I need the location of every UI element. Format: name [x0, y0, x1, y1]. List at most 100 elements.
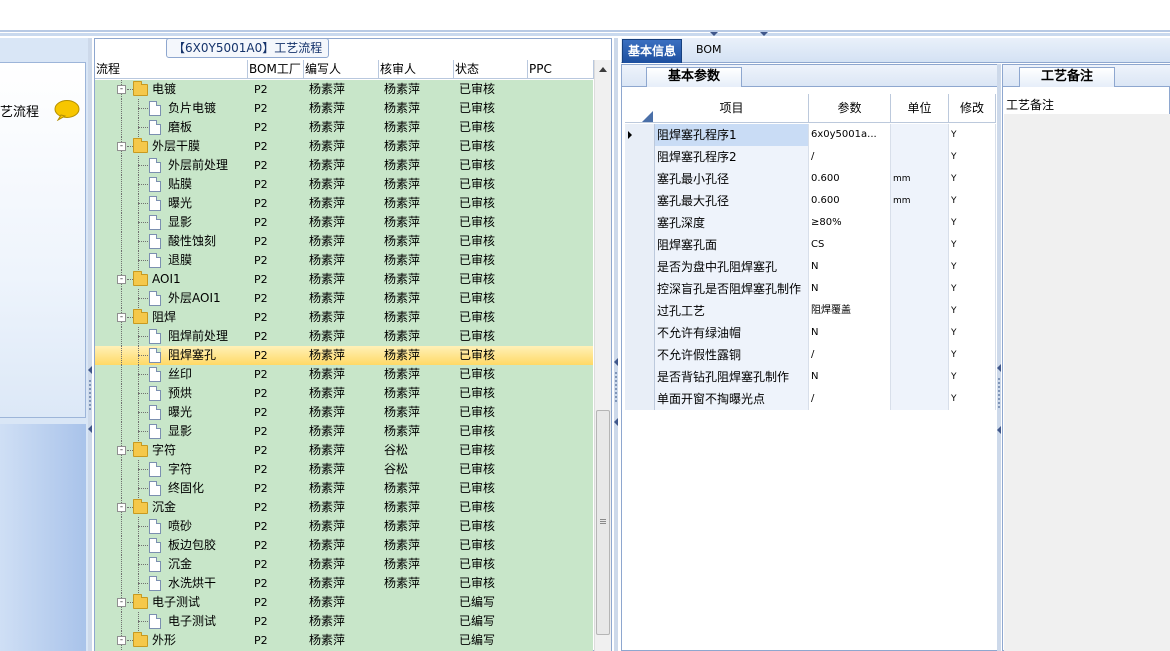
remarks-content[interactable] — [1004, 114, 1170, 651]
tab-bom[interactable]: BOM — [691, 39, 727, 63]
grid-cell-param[interactable]: 阻焊覆盖 — [809, 300, 891, 322]
scroll-up-icon[interactable] — [599, 67, 607, 72]
grid-cell-unit[interactable] — [891, 300, 949, 322]
grid-cell-mod[interactable]: Y — [949, 234, 996, 256]
grid-cell-unit[interactable]: mm — [891, 190, 949, 212]
grid-cell-mod[interactable]: Y — [949, 366, 996, 388]
tree-column-header[interactable]: 流程 — [95, 60, 248, 79]
grid-cell-mod[interactable]: Y — [949, 124, 996, 146]
row-header[interactable] — [625, 146, 655, 168]
row-header[interactable] — [625, 278, 655, 300]
grid-row[interactable]: 控深盲孔是否阻焊塞孔制作 N Y — [625, 278, 996, 300]
tree-row[interactable]: 外层前处理 P2 杨素萍 杨素萍 已审核 — [95, 156, 593, 175]
row-header[interactable] — [625, 344, 655, 366]
tree-row[interactable]: - 阻焊 P2 杨素萍 杨素萍 已审核 — [95, 308, 593, 327]
tree-row[interactable]: 阻焊塞孔 P2 杨素萍 杨素萍 已审核 — [95, 346, 593, 365]
collapse-toggle-icon[interactable]: - — [117, 503, 126, 512]
grid-cell-unit[interactable] — [891, 322, 949, 344]
grid-cell-mod[interactable]: Y — [949, 300, 996, 322]
tree-row[interactable]: 丝印 P2 杨素萍 杨素萍 已审核 — [95, 365, 593, 384]
row-header[interactable] — [625, 124, 655, 146]
grid-cell-param[interactable]: / — [809, 344, 891, 366]
grid-cell-param[interactable]: ≥80% — [809, 212, 891, 234]
grid-cell-mod[interactable]: Y — [949, 146, 996, 168]
grid-cell-param[interactable]: / — [809, 388, 891, 410]
row-header[interactable] — [625, 234, 655, 256]
grid-row[interactable]: 塞孔最大孔径 0.600 mm Y — [625, 190, 996, 212]
tree-row[interactable]: - 外层干膜 P2 杨素萍 杨素萍 已审核 — [95, 137, 593, 156]
row-header[interactable] — [625, 190, 655, 212]
grid-cell-param[interactable]: N — [809, 322, 891, 344]
grid-cell-mod[interactable]: Y — [949, 322, 996, 344]
grid-cell-param[interactable]: 0.600 — [809, 168, 891, 190]
process-tree[interactable]: - 电镀 P2 杨素萍 杨素萍 已审核 负片电镀 P2 杨素萍 杨素萍 已审核 磨板 P2 杨素萍 杨素萍已… — [95, 80, 593, 651]
grid-column-header[interactable]: 修改 — [949, 94, 996, 123]
grid-row[interactable]: 阻焊塞孔程序1 6x0y5001a... Y — [625, 124, 996, 146]
tree-row[interactable]: 曝光 P2 杨素萍 杨素萍 已审核 — [95, 194, 593, 213]
grid-row[interactable]: 过孔工艺 阻焊覆盖 Y — [625, 300, 996, 322]
collapse-toggle-icon[interactable]: - — [117, 446, 126, 455]
grid-cell-mod[interactable]: Y — [949, 278, 996, 300]
tree-row[interactable]: 喷砂 P2 杨素萍 杨素萍 已审核 — [95, 517, 593, 536]
tree-row[interactable]: 字符 P2 杨素萍 谷松 已审核 — [95, 460, 593, 479]
grid-cell-param[interactable]: N — [809, 366, 891, 388]
grid-row[interactable]: 不允许有绿油帽 N Y — [625, 322, 996, 344]
tree-row[interactable]: 磨板 P2 杨素萍 杨素萍 已审核 — [95, 118, 593, 137]
grid-cell-param[interactable]: 0.600 — [809, 190, 891, 212]
grid-cell-unit[interactable]: mm — [891, 168, 949, 190]
grid-cell-mod[interactable]: Y — [949, 212, 996, 234]
grid-cell-param[interactable]: / — [809, 146, 891, 168]
grid-cell-mod[interactable]: Y — [949, 344, 996, 366]
grid-column-header[interactable]: 参数 — [809, 94, 891, 123]
grid-cell-unit[interactable] — [891, 388, 949, 410]
grid-cell-unit[interactable] — [891, 124, 949, 146]
middle-splitter[interactable] — [614, 38, 618, 651]
row-header[interactable] — [625, 168, 655, 190]
nav-card[interactable]: 艺流程 — [0, 62, 86, 418]
grid-cell-unit[interactable] — [891, 234, 949, 256]
tree-row[interactable]: 显影 P2 杨素萍 杨素萍 已审核 — [95, 213, 593, 232]
grid-cell-param[interactable]: 6x0y5001a... — [809, 124, 891, 146]
grid-cell-mod[interactable]: Y — [949, 388, 996, 410]
row-header[interactable] — [625, 322, 655, 344]
grid-row[interactable]: 塞孔深度 ≥80% Y — [625, 212, 996, 234]
tree-row[interactable]: - 电子测试 P2 杨素萍 已编写 — [95, 593, 593, 612]
row-header[interactable] — [625, 366, 655, 388]
row-header[interactable] — [625, 300, 655, 322]
grid-cell-mod[interactable]: Y — [949, 168, 996, 190]
grid-cell-mod[interactable]: Y — [949, 256, 996, 278]
collapse-toggle-icon[interactable]: - — [117, 598, 126, 607]
grid-cell-param[interactable]: N — [809, 256, 891, 278]
grid-row[interactable]: 不允许假性露铜 / Y — [625, 344, 996, 366]
tree-row[interactable]: 阻焊前处理 P2 杨素萍 杨素萍 已审核 — [95, 327, 593, 346]
grid-row[interactable]: 阻焊塞孔面 CS Y — [625, 234, 996, 256]
tree-row[interactable]: 显影 P2 杨素萍 杨素萍 已审核 — [95, 422, 593, 441]
tree-row[interactable]: 贴膜 P2 杨素萍 杨素萍 已审核 — [95, 175, 593, 194]
grid-row[interactable]: 阻焊塞孔程序2/ Y — [625, 146, 996, 168]
collapse-toggle-icon[interactable]: - — [117, 313, 126, 322]
grid-column-header[interactable]: 单位 — [891, 94, 949, 123]
tree-row[interactable]: 电子测试 P2 杨素萍 已编写 — [95, 612, 593, 631]
collapse-toggle-icon[interactable]: - — [117, 85, 126, 94]
row-header[interactable] — [625, 212, 655, 234]
tree-row[interactable]: 外层AOI1 P2 杨素萍 杨素萍 已审核 — [95, 289, 593, 308]
tree-column-header[interactable]: 核审人 — [379, 60, 454, 79]
tree-column-header[interactable]: 编写人 — [304, 60, 379, 79]
grid-row[interactable]: 是否背钻孔阻焊塞孔制作 N Y — [625, 366, 996, 388]
tab-remarks[interactable]: 工艺备注 — [1019, 67, 1115, 87]
tree-row[interactable]: 沉金 P2 杨素萍 杨素萍 已审核 — [95, 555, 593, 574]
row-header[interactable] — [625, 388, 655, 410]
tree-column-header[interactable]: PPC — [528, 60, 594, 79]
tree-row[interactable]: 退膜 P2 杨素萍 杨素萍 已审核 — [95, 251, 593, 270]
collapse-toggle-icon[interactable]: - — [117, 275, 126, 284]
grid-cell-unit[interactable] — [891, 146, 949, 168]
tree-scrollbar[interactable] — [594, 60, 611, 651]
grid-cell-unit[interactable] — [891, 256, 949, 278]
scroll-thumb[interactable] — [596, 410, 610, 635]
tree-row[interactable]: - 沉金 P2 杨素萍 杨素萍 已审核 — [95, 498, 593, 517]
tab-basic-info[interactable]: 基本信息 — [622, 39, 683, 63]
grid-cell-unit[interactable] — [891, 212, 949, 234]
tree-column-header[interactable]: BOM工厂 — [248, 60, 304, 79]
tree-row[interactable]: 曝光 P2 杨素萍 杨素萍 已审核 — [95, 403, 593, 422]
tree-row[interactable]: 酸性蚀刻 P2 杨素萍 杨素萍 已审核 — [95, 232, 593, 251]
